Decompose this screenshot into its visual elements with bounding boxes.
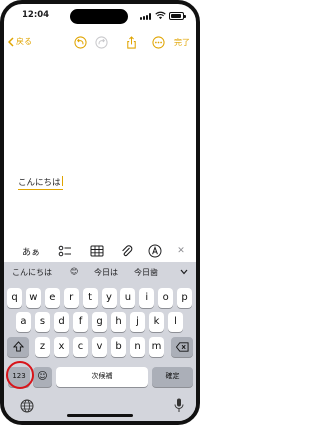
dynamic-island: [70, 9, 128, 24]
key-y[interactable]: y: [101, 288, 117, 308]
key-l[interactable]: l: [168, 312, 183, 332]
key-c[interactable]: c: [73, 337, 88, 357]
text-format-button[interactable]: あぁ: [22, 244, 40, 258]
back-label: 戻る: [16, 37, 32, 46]
markup-pen-icon[interactable]: [148, 244, 162, 258]
key-a[interactable]: a: [16, 312, 31, 332]
nav-bar: 戻る 完了: [4, 32, 196, 54]
key-j[interactable]: j: [130, 312, 145, 332]
key-d[interactable]: d: [54, 312, 69, 332]
wifi-icon: [155, 11, 166, 20]
key-z[interactable]: z: [35, 337, 50, 357]
battery-icon: [169, 12, 186, 20]
candidate-item[interactable]: こんにちは: [12, 267, 52, 278]
undo-icon[interactable]: [74, 36, 87, 49]
key-s[interactable]: s: [35, 312, 50, 332]
highlight-circle: [6, 361, 34, 389]
key-m[interactable]: m: [149, 337, 164, 357]
key-k[interactable]: k: [149, 312, 164, 332]
backspace-key[interactable]: [171, 337, 193, 357]
table-icon[interactable]: [90, 244, 104, 258]
shift-icon: [12, 341, 24, 352]
more-options-icon[interactable]: [152, 36, 165, 49]
candidate-item[interactable]: 今日は: [94, 267, 118, 278]
done-button[interactable]: 完了: [174, 37, 190, 48]
status-bar: 12:04: [4, 4, 196, 28]
backspace-icon: [175, 342, 189, 352]
checklist-icon[interactable]: [58, 244, 72, 258]
chevron-down-icon[interactable]: [180, 269, 188, 275]
key-e[interactable]: e: [44, 288, 60, 308]
key-i[interactable]: i: [139, 288, 155, 308]
phone-screen: 12:04 戻る 完了 こんにちは あぁ ✕ こんにちは 😊 今日は 今日歯 q…: [0, 0, 200, 425]
text-cursor: [61, 176, 63, 186]
back-button[interactable]: 戻る: [8, 36, 32, 47]
return-key[interactable]: 確定: [152, 367, 193, 387]
attachment-icon[interactable]: [120, 244, 134, 258]
space-key[interactable]: 次候補: [56, 367, 148, 387]
key-g[interactable]: g: [92, 312, 107, 332]
key-w[interactable]: w: [25, 288, 41, 308]
key-t[interactable]: t: [82, 288, 98, 308]
cellular-signal-icon: [140, 13, 152, 20]
key-v[interactable]: v: [92, 337, 107, 357]
key-h[interactable]: h: [111, 312, 126, 332]
home-indicator: [67, 414, 133, 417]
chevron-left-icon: [8, 36, 14, 47]
key-n[interactable]: n: [130, 337, 145, 357]
share-icon[interactable]: [125, 36, 138, 49]
note-text-content: こんにちは: [18, 178, 61, 188]
shift-key[interactable]: [7, 337, 29, 357]
status-time: 12:04: [22, 10, 50, 20]
key-q[interactable]: q: [7, 288, 22, 308]
key-b[interactable]: b: [111, 337, 126, 357]
keyboard: こんにちは 😊 今日は 今日歯 q w e r t y u i o p a s …: [4, 262, 196, 421]
key-f[interactable]: f: [73, 312, 88, 332]
key-x[interactable]: x: [54, 337, 69, 357]
candidate-item[interactable]: 今日歯: [134, 267, 158, 278]
key-o[interactable]: o: [158, 288, 174, 308]
key-u[interactable]: u: [120, 288, 136, 308]
globe-icon[interactable]: [20, 399, 34, 413]
format-toolbar: あぁ ✕: [4, 242, 196, 260]
candidate-bar: こんにちは 😊 今日は 今日歯: [4, 262, 196, 284]
redo-icon[interactable]: [95, 36, 108, 49]
emoji-key[interactable]: ☺: [33, 367, 52, 387]
close-toolbar-icon[interactable]: ✕: [174, 244, 188, 258]
microphone-icon[interactable]: [174, 398, 184, 413]
note-text[interactable]: こんにちは: [18, 176, 63, 190]
key-p[interactable]: p: [177, 288, 193, 308]
candidate-item[interactable]: 😊: [70, 267, 78, 276]
key-r[interactable]: r: [63, 288, 79, 308]
